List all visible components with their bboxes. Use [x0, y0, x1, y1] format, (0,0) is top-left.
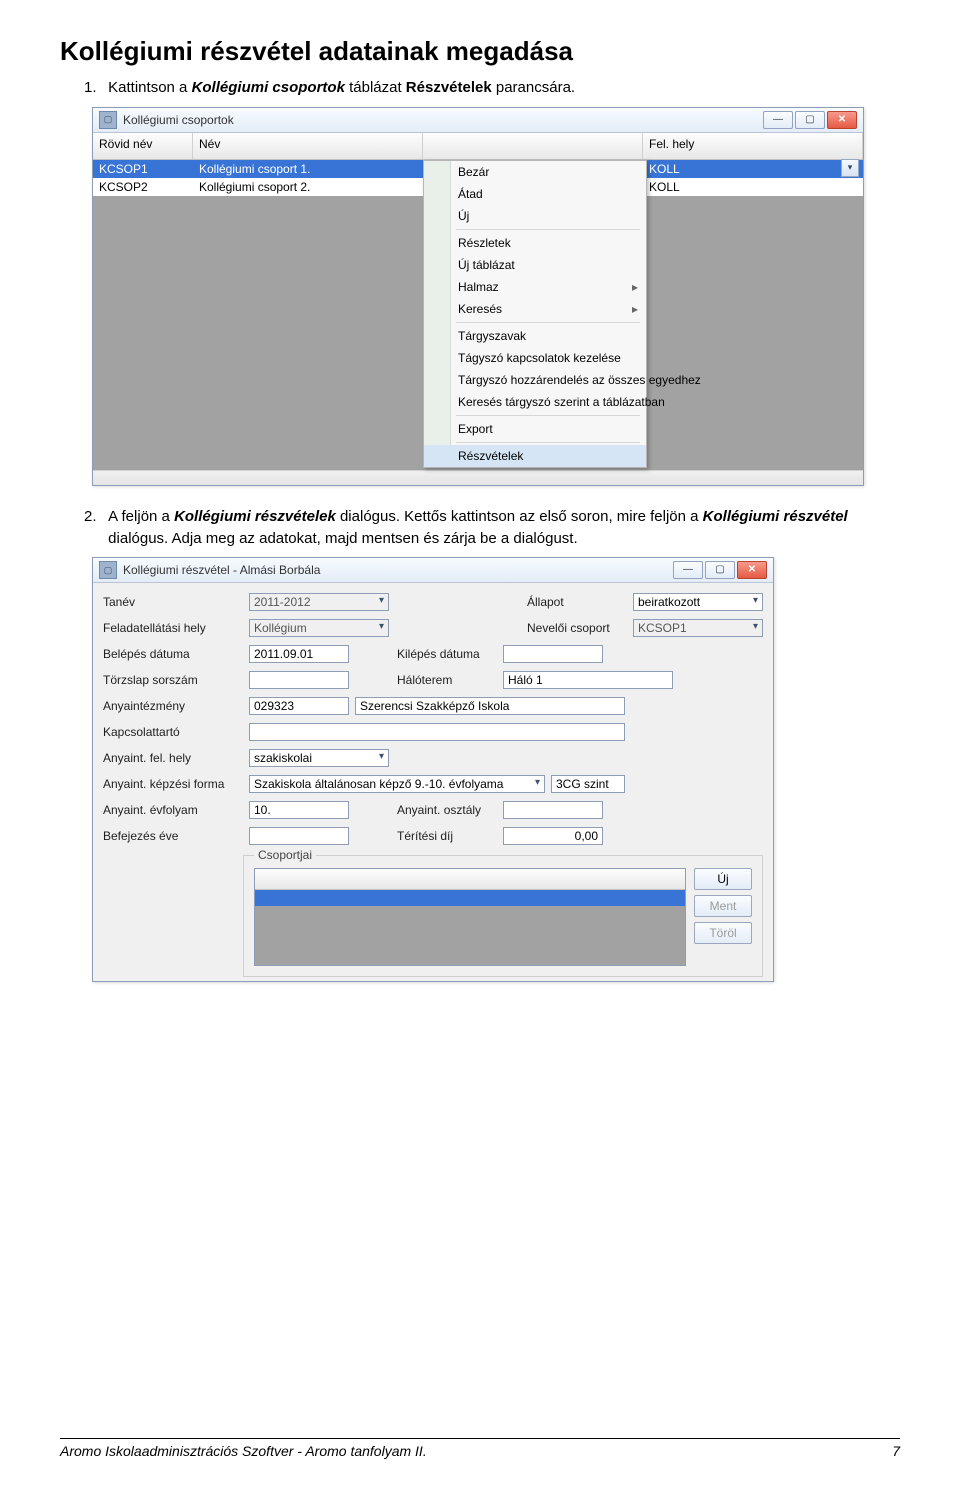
- titlebar: ▢ Kollégiumi részvétel - Almási Borbála …: [93, 558, 773, 583]
- menu-halmaz[interactable]: Halmaz: [424, 276, 646, 298]
- label-nevcsop: Nevelői csoport: [527, 621, 627, 635]
- menu-export[interactable]: Export: [424, 418, 646, 440]
- label-torzslap: Törzslap sorszám: [103, 673, 243, 687]
- table-body: KCSOP1 Kollégiumi csoport 1. KOLL KCSOP2…: [93, 160, 863, 470]
- page-title: Kollégiumi részvétel adatainak megadása: [60, 36, 900, 67]
- label-kepzforma: Anyaint. képzési forma: [103, 777, 243, 791]
- label-kilep: Kilépés dátuma: [397, 647, 497, 661]
- input-terdij[interactable]: 0,00: [503, 827, 603, 845]
- menu-atad[interactable]: Átad: [424, 183, 646, 205]
- menu-targyszavak[interactable]: Tárgyszavak: [424, 325, 646, 347]
- window-kollegiumi-reszvetel: ▢ Kollégiumi részvétel - Almási Borbála …: [92, 557, 774, 982]
- input-belep[interactable]: 2011.09.01: [249, 645, 349, 663]
- step-number-2: 2.: [84, 506, 104, 528]
- menu-uj[interactable]: Új: [424, 205, 646, 227]
- menu-bezar[interactable]: Bezár: [424, 161, 646, 183]
- menu-kereses-targyszo[interactable]: Keresés tárgyszó szerint a táblázatban: [424, 391, 646, 413]
- label-befev: Befejezés éve: [103, 829, 243, 843]
- maximize-button[interactable]: ▢: [795, 111, 825, 129]
- input-kilep[interactable]: [503, 645, 603, 663]
- col-fel-hely[interactable]: Fel. hely: [643, 133, 863, 159]
- close-button[interactable]: ✕: [827, 111, 857, 129]
- label-felhely: Feladatellátási hely: [103, 621, 243, 635]
- step-1-text: Kattintson a Kollégiumi csoportok tábláz…: [108, 77, 888, 99]
- input-allapot[interactable]: beiratkozott: [633, 593, 763, 611]
- input-haloterem[interactable]: Háló 1: [503, 671, 673, 689]
- input-anyaevf[interactable]: 10.: [249, 801, 349, 819]
- label-anyaoszt: Anyaint. osztály: [397, 803, 497, 817]
- window-title: Kollégiumi csoportok: [123, 113, 763, 127]
- label-haloterem: Hálóterem: [397, 673, 497, 687]
- close-button[interactable]: ✕: [737, 561, 767, 579]
- input-felhely[interactable]: Kollégium: [249, 619, 389, 637]
- menu-tagyszo-kapcsolatok[interactable]: Tágyszó kapcsolatok kezelése: [424, 347, 646, 369]
- menu-reszletek[interactable]: Részletek: [424, 232, 646, 254]
- window-kollegiumi-csoportok: ▢ Kollégiumi csoportok — ▢ ✕ Rövid név N…: [92, 107, 864, 486]
- input-anyaoszt[interactable]: [503, 801, 603, 819]
- footer-page-number: 7: [892, 1443, 900, 1459]
- menu-reszvetelek[interactable]: Részvételek: [424, 445, 646, 467]
- input-torzslap[interactable]: [249, 671, 349, 689]
- groupbox-legend: Csoportjai: [254, 848, 316, 862]
- input-szint[interactable]: 3CG szint: [551, 775, 625, 793]
- input-tanev[interactable]: 2011-2012: [249, 593, 389, 611]
- label-anyaevf: Anyaint. évfolyam: [103, 803, 243, 817]
- input-anyaint-kod[interactable]: 029323: [249, 697, 349, 715]
- step-number-1: 1.: [84, 77, 104, 99]
- step-2-text: A feljön a Kollégiumi részvételek dialóg…: [108, 506, 888, 550]
- input-kepzforma[interactable]: Szakiskola általánosan képző 9.-10. évfo…: [249, 775, 545, 793]
- context-menu: Bezár Átad Új Részletek Új táblázat Halm…: [423, 160, 647, 468]
- table-header-row: Rövid név Név Fel. hely: [93, 133, 863, 160]
- col-empty[interactable]: [423, 133, 643, 159]
- input-anyaint-nev[interactable]: Szerencsi Szakképző Iskola: [355, 697, 625, 715]
- window-icon: ▢: [99, 111, 117, 129]
- col-rovid-nev[interactable]: Rövid név: [93, 133, 193, 159]
- uj-button[interactable]: Új: [694, 868, 752, 890]
- col-nev[interactable]: Név: [193, 133, 423, 159]
- ment-button[interactable]: Ment: [694, 895, 752, 917]
- csoportjai-list[interactable]: [254, 868, 686, 966]
- menu-uj-tablazat[interactable]: Új táblázat: [424, 254, 646, 276]
- label-anyaint: Anyaintézmény: [103, 699, 243, 713]
- minimize-button[interactable]: —: [763, 111, 793, 129]
- window-title: Kollégiumi részvétel - Almási Borbála: [123, 563, 673, 577]
- groupbox-csoportjai: Csoportjai Új Ment Töröl: [243, 855, 763, 977]
- input-kapcs[interactable]: [249, 723, 625, 741]
- menu-targyszo-hozzarendeles[interactable]: Tárgyszó hozzárendelés az összes egyedhe…: [424, 369, 646, 391]
- label-terdij: Térítési díj: [397, 829, 497, 843]
- input-nevcsop[interactable]: KCSOP1: [633, 619, 763, 637]
- label-kapcs: Kapcsolattartó: [103, 725, 243, 739]
- list-item[interactable]: [255, 890, 685, 906]
- input-anyaintfh[interactable]: szakiskolai: [249, 749, 389, 767]
- maximize-button[interactable]: ▢: [705, 561, 735, 579]
- label-allapot: Állapot: [527, 595, 627, 609]
- chevron-down-icon[interactable]: ▾: [841, 159, 859, 177]
- footer-left: Aromo Iskolaadminisztrációs Szoftver - A…: [60, 1443, 427, 1459]
- minimize-button[interactable]: —: [673, 561, 703, 579]
- input-befev[interactable]: [249, 827, 349, 845]
- menu-kereses[interactable]: Keresés: [424, 298, 646, 320]
- torol-button[interactable]: Töröl: [694, 922, 752, 944]
- label-belep: Belépés dátuma: [103, 647, 243, 661]
- label-anyaintfh: Anyaint. fel. hely: [103, 751, 243, 765]
- titlebar: ▢ Kollégiumi csoportok — ▢ ✕: [93, 108, 863, 133]
- label-tanev: Tanév: [103, 595, 243, 609]
- window-icon: ▢: [99, 561, 117, 579]
